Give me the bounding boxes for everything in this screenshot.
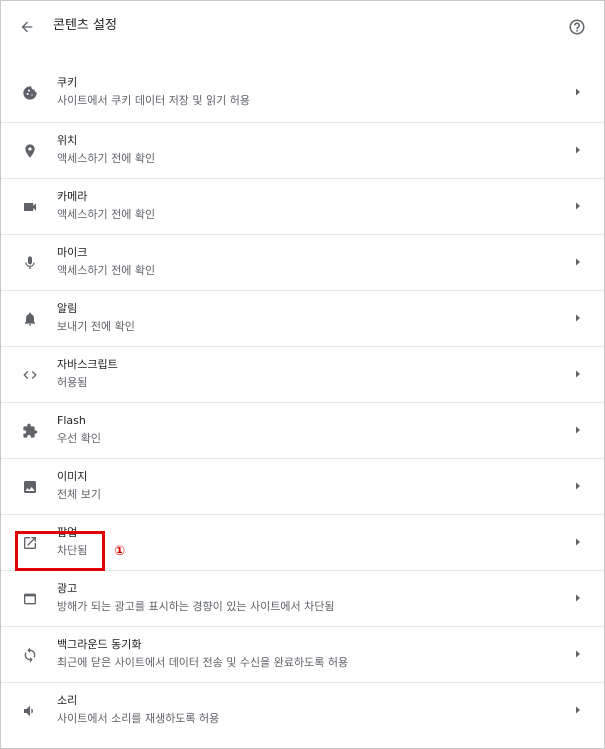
back-button[interactable] — [15, 15, 39, 39]
puzzle-piece-icon — [19, 420, 41, 442]
chevron-right-icon — [571, 367, 585, 381]
chevron-right-icon — [571, 85, 585, 99]
page-header: 콘텐츠 설정 — [1, 1, 604, 53]
chevron-right-icon — [571, 479, 585, 493]
row-title: 백그라운드 동기화 — [57, 638, 142, 651]
speaker-icon — [19, 700, 41, 722]
row-subtitle: 액세스하기 전에 확인 — [57, 208, 156, 221]
row-title: 알림 — [57, 302, 78, 315]
help-circle-icon — [568, 18, 586, 36]
chevron-right-icon — [571, 199, 585, 213]
chevron-right-icon — [571, 423, 585, 437]
settings-row-javascript[interactable]: 자바스크립트 허용됨 — [1, 346, 604, 402]
settings-row-cookies[interactable]: 쿠키 사이트에서 쿠키 데이터 저장 및 읽기 허용 — [1, 65, 604, 122]
open-in-new-icon — [19, 532, 41, 554]
row-title: 소리 — [57, 694, 78, 707]
row-title: 카메라 — [57, 190, 88, 203]
row-title: 마이크 — [57, 246, 88, 259]
row-title: 쿠키 — [57, 76, 78, 89]
settings-row-flash[interactable]: Flash 우선 확인 — [1, 402, 604, 458]
chevron-right-icon — [571, 311, 585, 325]
settings-row-sound[interactable]: 소리 사이트에서 소리를 재생하도록 허용 — [1, 682, 604, 738]
row-title: Flash — [57, 414, 86, 427]
settings-row-notifications[interactable]: 알림 보내기 전에 확인 — [1, 290, 604, 346]
image-icon — [19, 476, 41, 498]
chevron-right-icon — [571, 143, 585, 157]
sync-icon — [19, 644, 41, 666]
row-subtitle: 액세스하기 전에 확인 — [57, 152, 156, 165]
row-subtitle: 사이트에서 쿠키 데이터 저장 및 읽기 허용 — [57, 94, 251, 107]
settings-row-background-sync[interactable]: 백그라운드 동기화 최근에 닫은 사이트에서 데이터 전송 및 수신을 완료하도… — [1, 626, 604, 682]
row-title: 이미지 — [57, 470, 88, 483]
location-pin-icon — [19, 140, 41, 162]
row-subtitle: 방해가 되는 광고를 표시하는 경향이 있는 사이트에서 차단됨 — [57, 600, 335, 613]
settings-row-location[interactable]: 위치 액세스하기 전에 확인 — [1, 122, 604, 178]
content-settings-page: 콘텐츠 설정 쿠키 사이트에서 쿠키 데이터 저장 및 읽기 허용 위치 액세스… — [0, 0, 605, 749]
settings-list: 쿠키 사이트에서 쿠키 데이터 저장 및 읽기 허용 위치 액세스하기 전에 확… — [1, 65, 604, 738]
arrow-left-icon — [19, 19, 35, 35]
bell-icon — [19, 308, 41, 330]
row-subtitle: 차단됨 — [57, 544, 88, 557]
row-subtitle: 보내기 전에 확인 — [57, 320, 135, 333]
row-subtitle: 허용됨 — [57, 376, 88, 389]
chevron-right-icon — [571, 591, 585, 605]
code-brackets-icon — [19, 364, 41, 386]
chevron-right-icon — [571, 703, 585, 717]
video-camera-icon — [19, 196, 41, 218]
cookie-icon — [19, 82, 41, 104]
microphone-icon — [19, 252, 41, 274]
settings-row-camera[interactable]: 카메라 액세스하기 전에 확인 — [1, 178, 604, 234]
row-subtitle: 전체 보기 — [57, 488, 101, 501]
row-title: 위치 — [57, 134, 78, 147]
page-title: 콘텐츠 설정 — [53, 18, 117, 33]
settings-row-popups[interactable]: 팝업 차단됨 — [1, 514, 604, 570]
row-subtitle: 사이트에서 소리를 재생하도록 허용 — [57, 712, 220, 725]
help-button[interactable] — [566, 16, 588, 38]
settings-row-microphone[interactable]: 마이크 액세스하기 전에 확인 — [1, 234, 604, 290]
chevron-right-icon — [571, 647, 585, 661]
row-subtitle: 액세스하기 전에 확인 — [57, 264, 156, 277]
annotation-marker: ① — [114, 544, 126, 559]
browser-window-icon — [19, 588, 41, 610]
row-title: 광고 — [57, 582, 78, 595]
chevron-right-icon — [571, 535, 585, 549]
settings-row-ads[interactable]: 광고 방해가 되는 광고를 표시하는 경향이 있는 사이트에서 차단됨 — [1, 570, 604, 626]
row-subtitle: 최근에 닫은 사이트에서 데이터 전송 및 수신을 완료하도록 허용 — [57, 656, 349, 669]
settings-row-images[interactable]: 이미지 전체 보기 — [1, 458, 604, 514]
chevron-right-icon — [571, 255, 585, 269]
row-title: 팝업 — [57, 526, 78, 539]
row-subtitle: 우선 확인 — [57, 432, 101, 445]
row-title: 자바스크립트 — [57, 358, 118, 371]
